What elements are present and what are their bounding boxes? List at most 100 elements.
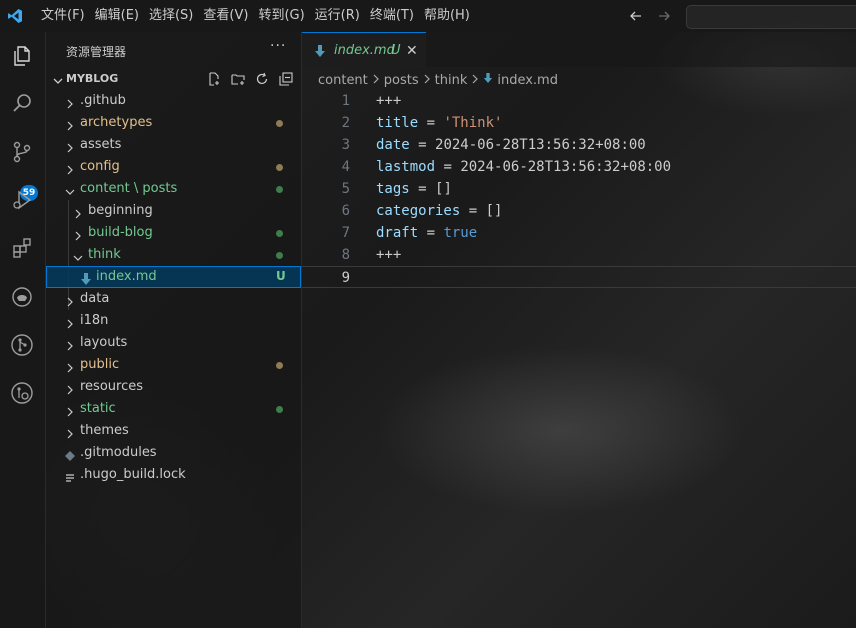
- tree-item-label: .github: [80, 93, 126, 108]
- text-file-icon: [64, 469, 76, 482]
- toml-key: tags: [376, 181, 410, 197]
- markdown-file-icon: [314, 43, 326, 62]
- search-icon[interactable]: [8, 89, 36, 117]
- line-number: 2: [341, 115, 350, 131]
- tree-item-build-blog[interactable]: build-blog: [46, 222, 301, 244]
- line-text: +++: [376, 93, 402, 109]
- tree-item-themes[interactable]: themes: [46, 420, 301, 442]
- close-icon[interactable]: ✕: [406, 43, 418, 59]
- tree-item-label: index.md: [96, 269, 157, 284]
- tree-item-think[interactable]: think: [46, 244, 301, 266]
- vscode-logo-icon: [0, 0, 30, 32]
- toml-equals: =: [418, 115, 444, 131]
- refresh-icon[interactable]: [254, 71, 270, 87]
- menu-view[interactable]: 查看(V): [198, 0, 253, 32]
- tab-index-md[interactable]: index.md U ✕: [302, 32, 426, 68]
- code-line[interactable]: 9: [302, 266, 856, 288]
- tree-item-github[interactable]: .github: [46, 90, 301, 112]
- back-arrow-icon[interactable]: [626, 6, 646, 26]
- collapse-all-icon[interactable]: [278, 71, 294, 87]
- menu-terminal[interactable]: 终端(T): [365, 0, 419, 32]
- menu-selection[interactable]: 选择(S): [144, 0, 198, 32]
- breadcrumb-index-md[interactable]: index.md: [497, 73, 558, 88]
- tree-item-public[interactable]: public: [46, 354, 301, 376]
- tree-item-label: think: [88, 247, 121, 262]
- more-actions-button[interactable]: ···: [270, 38, 286, 54]
- git-status-dot: [276, 186, 283, 193]
- tree-item-label: resources: [80, 379, 144, 394]
- breadcrumb: content posts think index.md: [318, 71, 558, 89]
- breadcrumb-content[interactable]: content: [318, 73, 368, 88]
- gitlens-icon[interactable]: [8, 379, 36, 407]
- tree-item-static[interactable]: static: [46, 398, 301, 420]
- git-file-icon: [64, 447, 76, 461]
- workspace-section-header[interactable]: MYBLOG: [46, 68, 301, 90]
- tree-item-content-posts[interactable]: content \ posts: [46, 178, 301, 200]
- toml-equals: =: [435, 159, 461, 175]
- menu-bar: 文件(F) 编辑(E) 选择(S) 查看(V) 转到(G) 运行(R) 终端(T…: [36, 0, 475, 32]
- toml-value: []: [485, 203, 503, 219]
- toml-equals: =: [409, 181, 436, 197]
- run-debug-icon[interactable]: [8, 186, 36, 214]
- activity-bar: 59: [0, 32, 46, 628]
- tree-item-hugo-build-lock[interactable]: .hugo_build.lock: [46, 464, 301, 486]
- tree-item-i18n[interactable]: i18n: [46, 310, 301, 332]
- menu-file[interactable]: 文件(F): [36, 0, 90, 32]
- explorer-files-icon[interactable]: [8, 42, 36, 70]
- line-number: 5: [341, 181, 350, 197]
- tree-item-index-md[interactable]: index.md U: [46, 266, 301, 288]
- remote-explorer-icon[interactable]: [8, 283, 36, 311]
- forward-arrow-icon[interactable]: [654, 6, 674, 26]
- breadcrumb-posts[interactable]: posts: [384, 73, 419, 88]
- toml-value: []: [435, 181, 452, 197]
- menu-go[interactable]: 转到(G): [253, 0, 309, 32]
- tree-item-label: .hugo_build.lock: [80, 467, 186, 482]
- tree-item-archetypes[interactable]: archetypes: [46, 112, 301, 134]
- tree-item-label: layouts: [80, 335, 128, 350]
- tree-item-beginning[interactable]: beginning: [46, 200, 301, 222]
- workspace-name: MYBLOG: [66, 72, 119, 85]
- toml-equals: =: [460, 203, 486, 219]
- code-line[interactable]: 5 tags = []: [302, 178, 856, 200]
- tree-item-config[interactable]: config: [46, 156, 301, 178]
- source-control-icon[interactable]: [8, 138, 36, 166]
- tree-item-resources[interactable]: resources: [46, 376, 301, 398]
- new-file-icon[interactable]: [206, 71, 222, 87]
- tree-item-gitmodules[interactable]: .gitmodules: [46, 442, 301, 464]
- git-graph-icon[interactable]: [8, 331, 36, 359]
- tree-item-layouts[interactable]: layouts: [46, 332, 301, 354]
- git-status-dot: [276, 252, 283, 259]
- code-line[interactable]: 2 title = 'Think': [302, 112, 856, 134]
- extensions-icon[interactable]: [8, 234, 36, 262]
- code-line[interactable]: 3 date = 2024-06-28T13:56:32+08:00: [302, 134, 856, 156]
- chevron-right-icon: [471, 73, 479, 88]
- menu-help[interactable]: 帮助(H): [419, 0, 475, 32]
- tree-item-assets[interactable]: assets: [46, 134, 301, 156]
- code-line[interactable]: 6 categories = []: [302, 200, 856, 222]
- toml-key: categories: [376, 203, 461, 219]
- code-line[interactable]: 7 draft = true: [302, 222, 856, 244]
- line-text: +++: [376, 247, 402, 263]
- menu-run[interactable]: 运行(R): [310, 0, 365, 32]
- code-line[interactable]: 4 lastmod = 2024-06-28T13:56:32+08:00: [302, 156, 856, 178]
- line-text: date = 2024-06-28T13:56:32+08:00: [376, 137, 646, 153]
- line-text: categories = []: [376, 203, 502, 219]
- code-line[interactable]: 1 +++: [302, 90, 856, 112]
- git-status-dot: [276, 230, 283, 237]
- chevron-right-icon: [423, 73, 431, 88]
- menu-edit[interactable]: 编辑(E): [90, 0, 144, 32]
- toml-value: 'Think': [443, 115, 503, 131]
- line-number: 1: [341, 93, 350, 109]
- command-center-search[interactable]: [686, 5, 856, 29]
- new-folder-icon[interactable]: [230, 71, 246, 87]
- toml-key: lastmod: [376, 159, 436, 175]
- git-status-badge: U: [276, 269, 286, 283]
- tree-item-data[interactable]: data: [46, 288, 301, 310]
- tree-item-label: themes: [80, 423, 129, 438]
- toml-equals: =: [409, 137, 436, 153]
- tree-item-label: config: [80, 159, 120, 174]
- toml-value: true: [443, 225, 478, 241]
- breadcrumb-think[interactable]: think: [435, 73, 468, 88]
- toml-key: title: [376, 115, 419, 131]
- code-line[interactable]: 8 +++: [302, 244, 856, 266]
